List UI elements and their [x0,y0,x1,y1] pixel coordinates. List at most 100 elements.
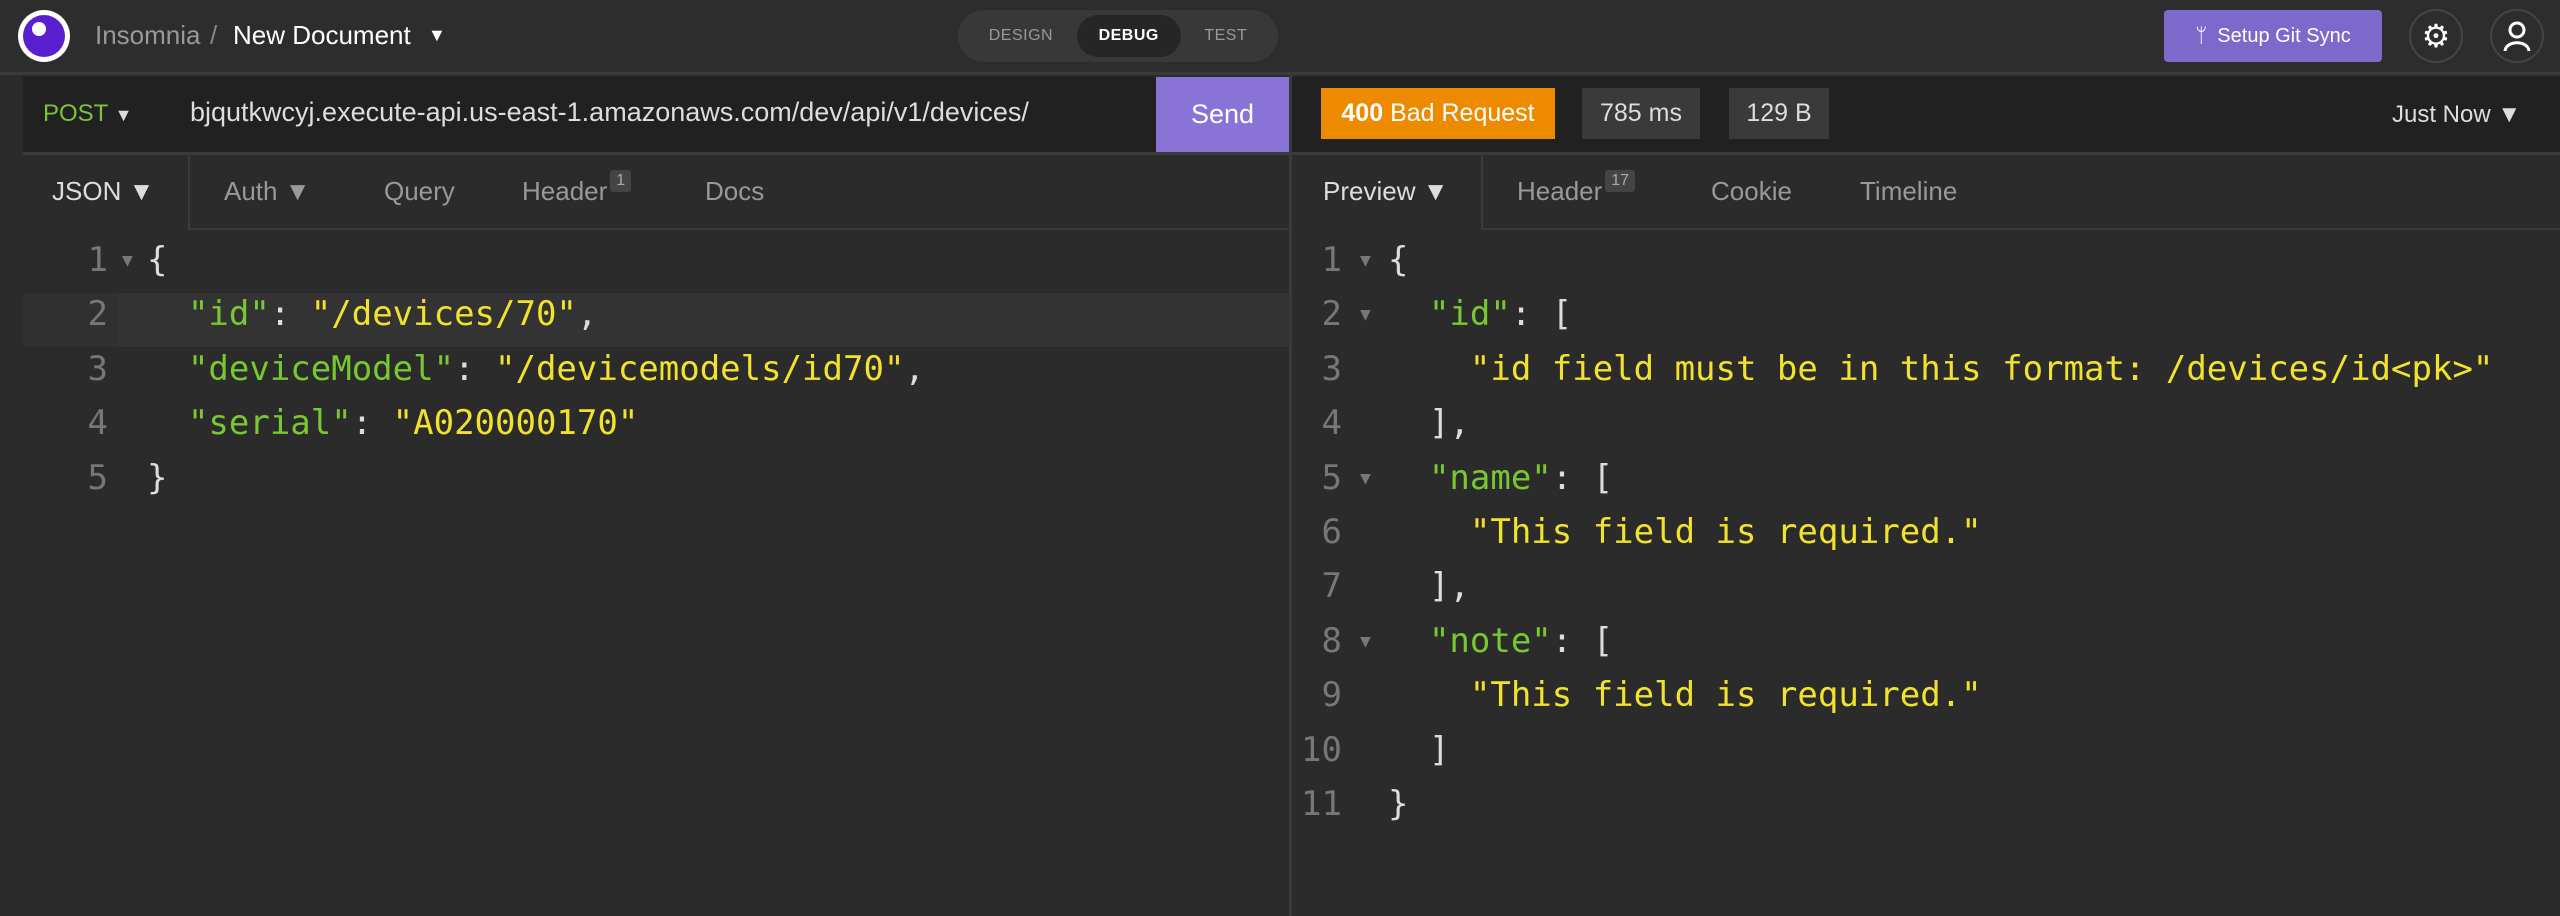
code-line: "deviceModel": "/devicemodels/id70", [147,349,925,389]
tab-separator [188,152,190,230]
method-select[interactable]: POST ▼ [43,100,132,128]
line-number: 5 [1321,457,1342,498]
json-key: "id" [187,294,270,335]
json-punctuation: } [147,457,168,498]
code-line: "note": [ [1388,621,1613,661]
json-key: "deviceModel" [187,348,455,389]
code-line: "serial": "A020000170" [147,403,638,443]
tab-auth[interactable]: Auth ▼ [224,176,310,207]
line-number: 3 [1321,348,1342,389]
line-number: 4 [87,403,108,444]
line-number: 6 [1321,512,1342,552]
code-line: "id": "/devices/70", [147,294,597,334]
git-sync-label: Setup Git Sync [2217,24,2351,47]
mode-debug[interactable]: DEBUG [1076,15,1181,57]
fold-arrow-icon[interactable]: ▼ [1360,468,1371,489]
response-size: 129 B [1729,88,1829,139]
json-string: "A020000170" [392,403,639,444]
json-punctuation [1388,458,1429,498]
line-number: 11 [1301,784,1342,824]
json-punctuation: { [147,240,168,280]
line-number: 3 [87,348,108,389]
tab-timeline[interactable]: Timeline [1860,176,1957,207]
history-dropdown[interactable]: Just Now ▼ [2392,101,2521,129]
json-punctuation: : [454,348,496,389]
tab-json[interactable]: JSON ▼ [52,176,154,207]
json-string: "This field is required." [1469,675,1982,716]
mode-design[interactable]: DESIGN [967,15,1075,57]
settings-button[interactable]: ⚙ [2409,9,2463,63]
line-number: 8 [1321,620,1342,661]
code-line: { [1388,240,1408,280]
code-line: } [1388,784,1408,824]
account-button[interactable] [2490,9,2544,63]
tab-preview[interactable]: Preview ▼ [1323,176,1448,207]
json-punctuation [1388,349,1470,389]
json-punctuation: ], [1388,403,1470,444]
mode-toggle: DESIGN DEBUG TEST [958,10,1278,62]
line-number: 10 [1301,729,1342,770]
app-name[interactable]: Insomnia [95,20,201,51]
code-line: "id field must be in this format: /devic… [1388,349,2494,389]
user-icon [2503,21,2531,52]
tab-underline [188,228,1289,230]
status-badge: 400 Bad Request [1321,88,1555,139]
json-string: "/devices/70" [310,294,577,335]
mode-test[interactable]: TEST [1182,15,1269,57]
json-punctuation: { [1388,240,1409,280]
status-text: Bad Request [1390,99,1535,127]
json-punctuation: : [ [1551,620,1614,661]
status-code: 400 [1341,99,1384,127]
fold-arrow-icon[interactable]: ▼ [122,250,133,271]
tab-query[interactable]: Query [384,176,455,207]
fold-arrow-icon[interactable]: ▼ [1360,250,1371,271]
json-key: "note" [1428,620,1552,661]
document-name[interactable]: New Document [233,20,411,51]
setup-git-sync-button[interactable]: ᛘ Setup Git Sync [2164,10,2382,62]
json-punctuation: : [351,403,393,444]
tab-header[interactable]: Header 1 [522,170,632,207]
code-line: { [147,240,167,280]
code-line: "This field is required." [1388,675,1982,715]
json-punctuation: } [1388,784,1409,824]
json-punctuation: : [269,294,311,335]
json-key: "serial" [187,403,352,444]
tab-separator [1481,152,1483,230]
method-label: POST [43,100,108,127]
fold-arrow-icon[interactable]: ▼ [1360,631,1371,652]
line-number: 1 [1321,240,1342,280]
json-punctuation: : [ [1551,457,1614,498]
url-input[interactable]: bjqutkwcyj.execute-api.us-east-1.amazona… [190,97,1029,128]
json-punctuation [1388,675,1470,715]
line-number: 1 [87,240,108,280]
json-key: "name" [1428,457,1552,498]
line-number: 2 [87,294,108,335]
chevron-down-icon: ▼ [114,105,133,125]
line-number: 5 [87,457,108,498]
json-punctuation [147,349,188,389]
code-line: "name": [ [1388,458,1613,498]
line-number: 9 [1321,675,1342,716]
code-line: ] [1388,730,1449,770]
header-count-badge: 1 [610,170,632,192]
line-number: 7 [1321,566,1342,607]
json-punctuation [147,294,188,334]
document-menu-caret-icon[interactable]: ▼ [428,25,446,46]
insomnia-logo[interactable] [18,10,70,62]
json-punctuation: ] [1388,729,1450,770]
json-string: "This field is required." [1469,512,1982,552]
tab-cookie[interactable]: Cookie [1711,176,1792,207]
line-number: 4 [1321,403,1342,444]
json-punctuation: : [ [1510,294,1573,335]
json-punctuation [1388,512,1470,552]
tab-label: Header [1517,176,1603,206]
send-button[interactable]: Send [1156,77,1289,152]
json-punctuation: , [576,294,598,335]
json-punctuation: , [904,348,925,389]
line-number: 2 [1321,294,1342,335]
fold-arrow-icon[interactable]: ▼ [1360,304,1371,325]
tab-response-header[interactable]: Header 17 [1517,170,1636,207]
tab-docs[interactable]: Docs [705,176,764,207]
git-branch-icon: ᛘ [2195,24,2208,47]
code-line: "id": [ [1388,294,1572,334]
